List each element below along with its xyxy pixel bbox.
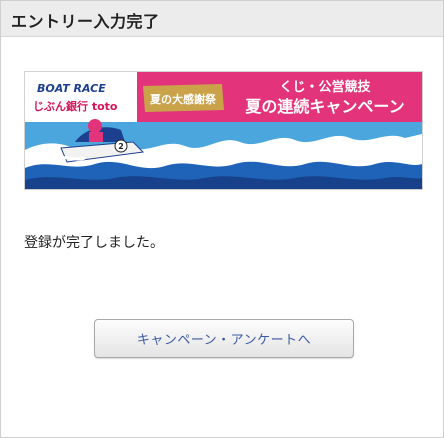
campaign-banner[interactable]: 夏の大感謝祭 くじ・公営競技 夏の連続キャンペーン BOAT RACE じぶん銀… (24, 71, 423, 190)
page-header: エントリー入力完了 (1, 1, 443, 37)
banner-brand-top: BOAT RACE (37, 82, 106, 95)
banner-badge-text: 夏の大感謝祭 (150, 92, 217, 106)
page-frame: エントリー入力完了 夏の大感謝祭 くじ・公営競技 夏の連続キャンペーン BOAT… (0, 0, 444, 438)
banner-line1: くじ・公営競技 (279, 79, 371, 95)
banner-line2: 夏の連続キャンペーン (244, 97, 404, 116)
banner-brand-bottom: じぶん銀行 toto (33, 99, 118, 113)
page-title: エントリー入力完了 (11, 12, 160, 31)
campaign-banner-graphic: 夏の大感謝祭 くじ・公営競技 夏の連続キャンペーン BOAT RACE じぶん銀… (25, 72, 422, 189)
campaign-survey-button-label: キャンペーン・アンケートへ (136, 333, 312, 348)
completion-message: 登録が完了しました。 (24, 235, 164, 251)
campaign-survey-button[interactable]: キャンペーン・アンケートへ (94, 319, 354, 358)
boat-number: 2 (118, 142, 124, 151)
